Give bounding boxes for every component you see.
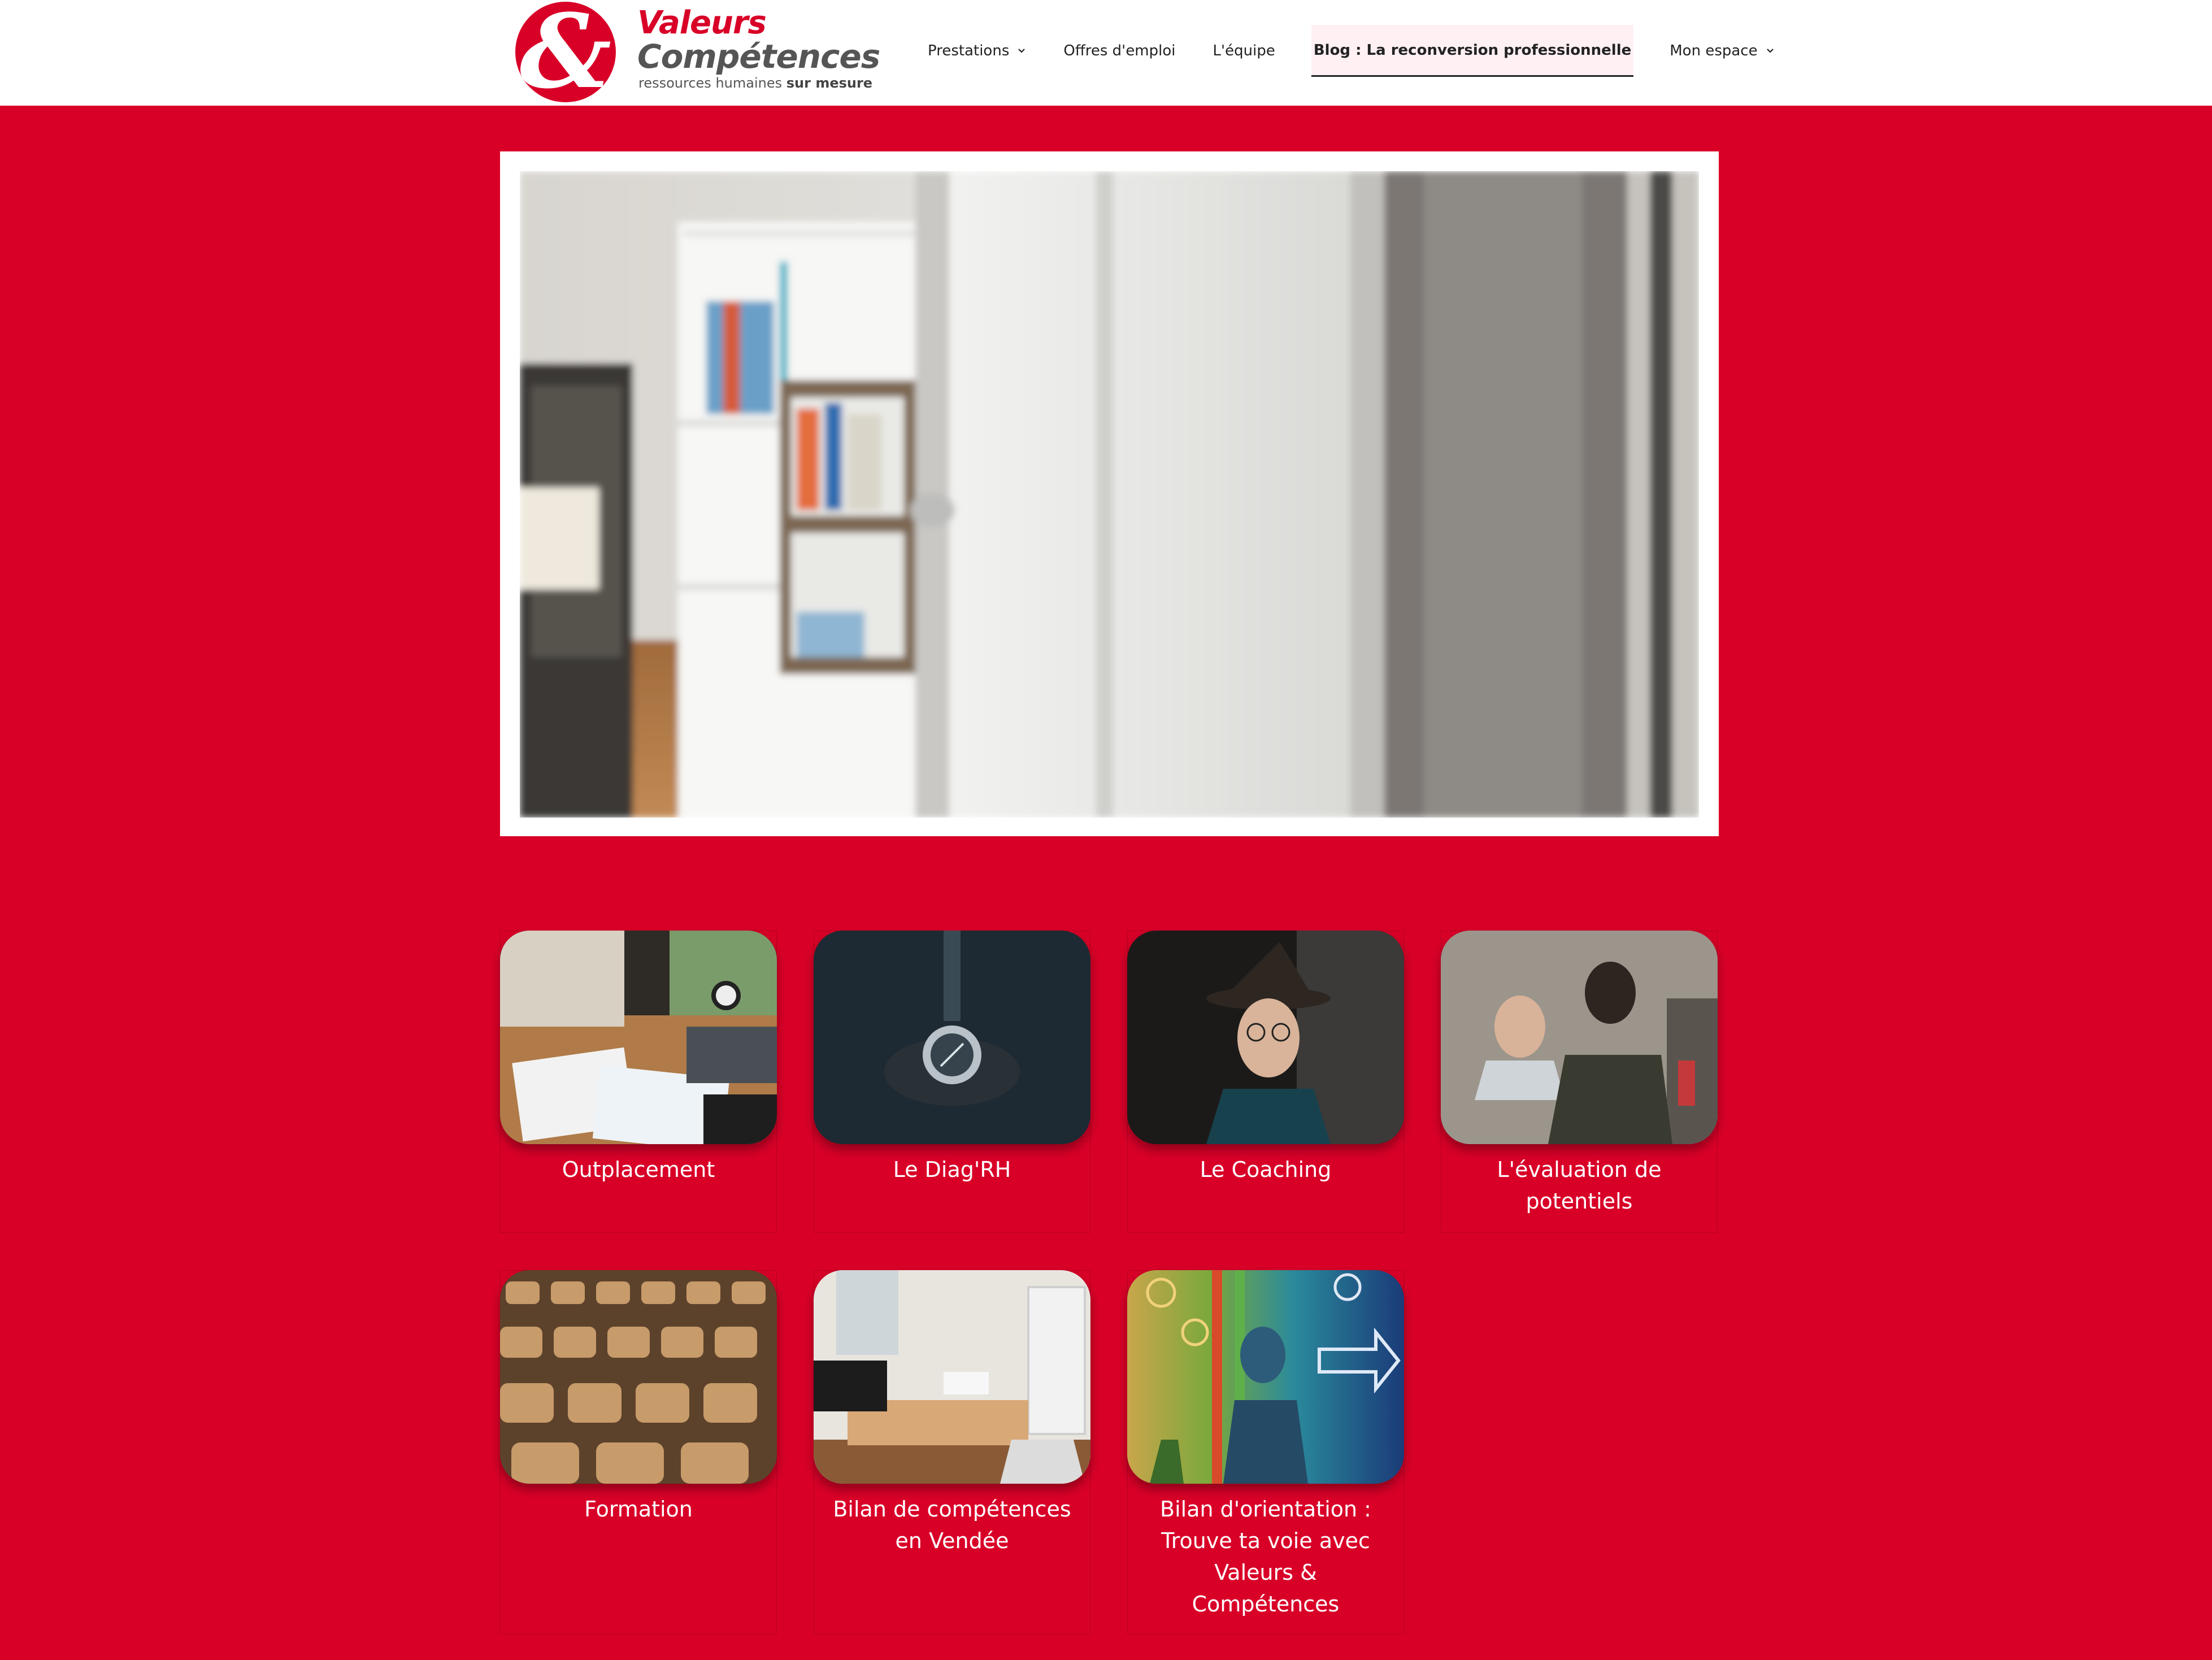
bilan-orientation-image: [1127, 1270, 1404, 1484]
coaching-image: [1127, 931, 1404, 1144]
nav-item-prestations[interactable]: Prestations: [927, 25, 1027, 77]
outplacement-image: [500, 931, 777, 1144]
card-title: L'évaluation de potentiels: [1497, 1157, 1662, 1214]
hero-office-image[interactable]: [520, 171, 1699, 818]
card-title: Bilan de compétences en Vendée: [833, 1497, 1071, 1553]
evaluation-image: [1441, 931, 1718, 1144]
nav-item-equipe[interactable]: L'équipe: [1212, 25, 1276, 77]
compass-hand-illustration: [814, 931, 1090, 1144]
office-scene-illustration: [520, 171, 1699, 818]
office-room-illustration: [814, 1270, 1090, 1484]
brand-name-line2: Compétences: [637, 37, 880, 76]
chevron-down-icon: [1018, 49, 1025, 53]
card-title: Outplacement: [562, 1157, 715, 1182]
card-title: Bilan d'orientation : Trouve ta voie ave…: [1160, 1497, 1371, 1616]
formation-image: [500, 1270, 777, 1484]
card-title: Le Diag'RH: [893, 1157, 1011, 1182]
bilan-competences-image: [814, 1270, 1090, 1484]
lecture-hall-seats-illustration: [500, 1270, 777, 1484]
brand-name-line1: Valeurs: [637, 5, 767, 41]
chevron-down-icon: [1766, 49, 1774, 53]
card-title: Formation: [584, 1497, 693, 1522]
site-logo[interactable]: & Valeurs Compétences ressources humaine…: [515, 0, 880, 106]
nav-item-offres-emploi[interactable]: Offres d'emploi: [1062, 25, 1176, 77]
orientation-illustration: [1127, 1270, 1404, 1484]
site-header: & Valeurs Compétences ressources humaine…: [0, 0, 2212, 106]
main-navigation: Prestations Offres d'emploi L'équipe Blo…: [927, 23, 1776, 79]
wizard-hat-man-illustration: [1127, 931, 1404, 1144]
ampersand-logo-icon: &: [515, 1, 616, 103]
diag-rh-image: [814, 931, 1090, 1144]
card-title: Le Coaching: [1200, 1157, 1332, 1182]
nav-item-mon-espace[interactable]: Mon espace: [1668, 25, 1775, 77]
brand-tagline: ressources humaines sur mesure: [638, 75, 873, 91]
meeting-illustration: [1441, 931, 1718, 1144]
interview-desk-illustration: [500, 931, 777, 1144]
nav-item-blog[interactable]: Blog : La reconversion professionnelle: [1311, 25, 1634, 77]
hero-video-frame: [500, 151, 1719, 836]
